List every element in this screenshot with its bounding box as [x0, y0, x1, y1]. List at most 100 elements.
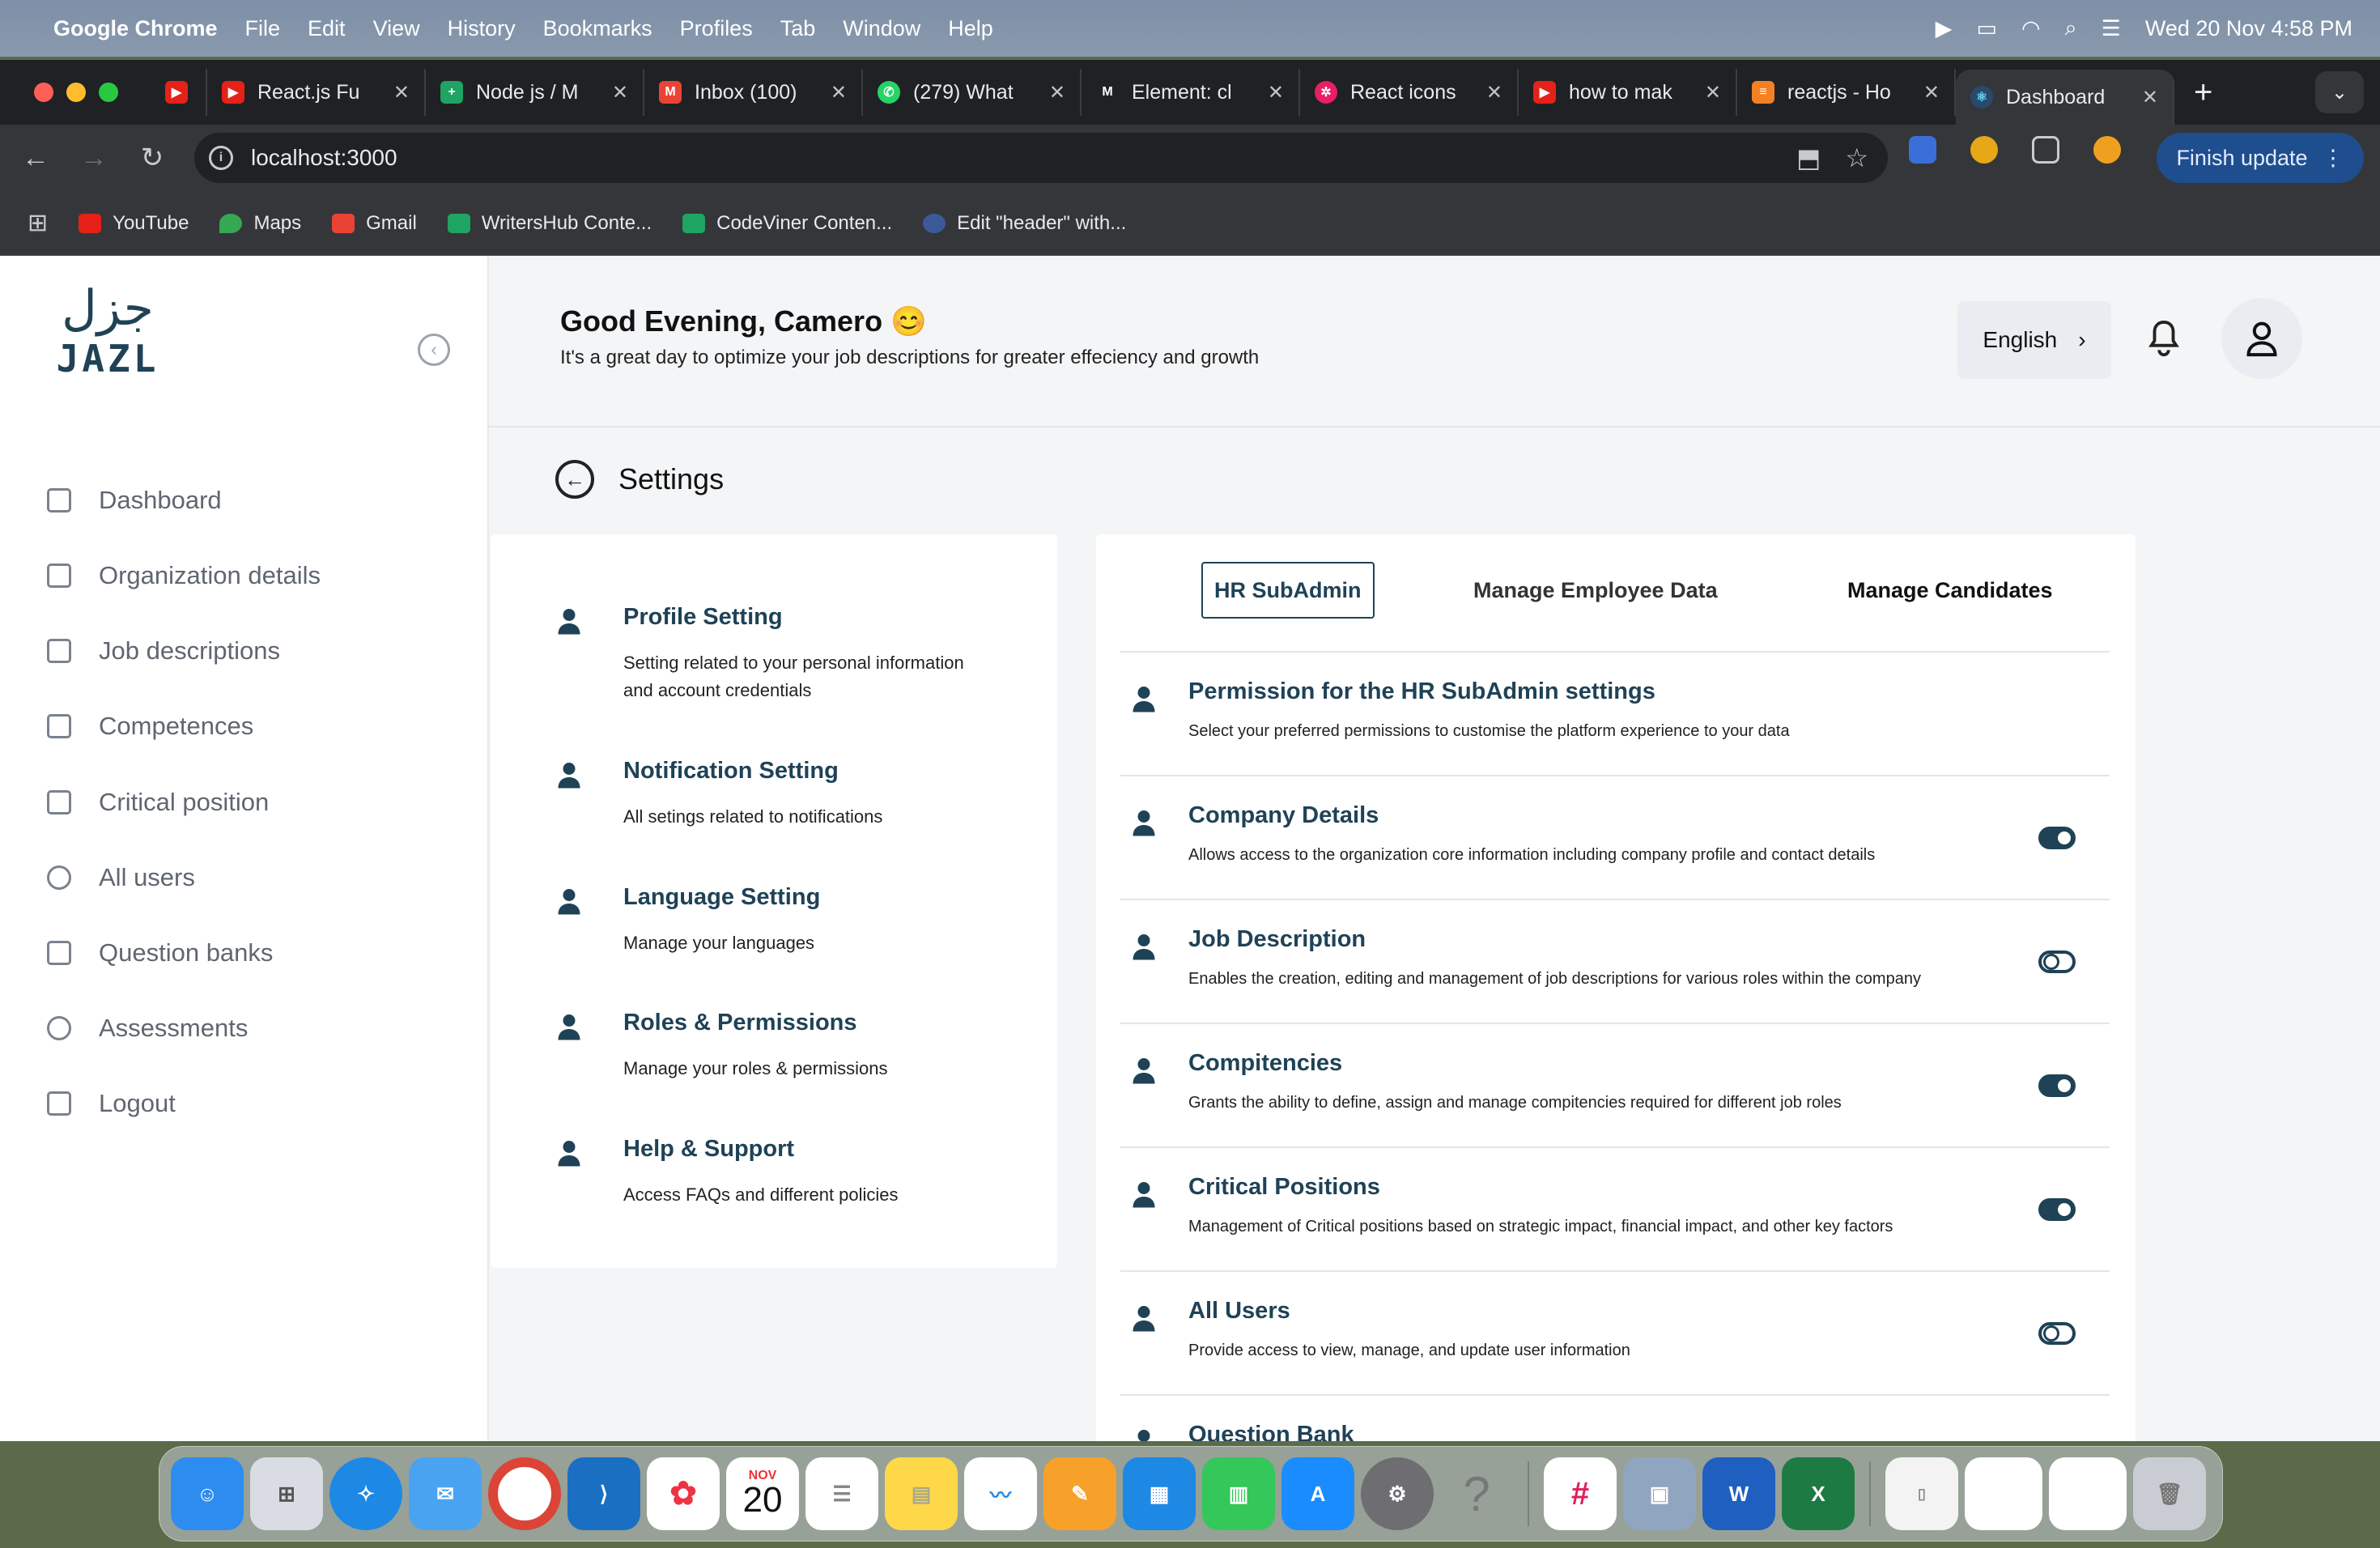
menu-history[interactable]: History	[448, 16, 516, 41]
profile-avatar-icon[interactable]	[2093, 136, 2121, 164]
menu-file[interactable]: File	[245, 16, 281, 41]
tab-search-button[interactable]: ⌄	[2315, 71, 2364, 113]
close-tab-icon[interactable]: ✕	[831, 81, 847, 104]
toggle-switch[interactable]	[2038, 1322, 2076, 1345]
close-tab-icon[interactable]: ✕	[1049, 81, 1065, 104]
browser-tab[interactable]: ▶ how to mak ✕	[1519, 69, 1737, 116]
back-icon[interactable]: ←	[6, 142, 65, 174]
close-tab-icon[interactable]: ✕	[1268, 81, 1284, 104]
freeform-icon[interactable]: 〰	[964, 1457, 1037, 1530]
bookmark-writershub[interactable]: WritersHub Conte...	[447, 212, 652, 235]
settings-item-help-support[interactable]: Help & Support Access FAQs and different…	[557, 1136, 1010, 1217]
app-menu[interactable]: Google Chrome	[53, 16, 218, 41]
browser-tab[interactable]: ▶ React.js Fu ✕	[207, 69, 426, 116]
notes-icon[interactable]: ▤	[885, 1457, 958, 1530]
toggle-switch[interactable]	[2038, 1074, 2076, 1097]
user-avatar[interactable]	[2221, 298, 2302, 379]
numbers-icon[interactable]: ▥	[1202, 1457, 1275, 1530]
apps-grid-icon[interactable]: ⊞	[28, 209, 48, 237]
sidebar-item-dashboard[interactable]: Dashboard	[47, 476, 222, 525]
calendar-icon[interactable]: NOV 20	[726, 1457, 799, 1530]
launchpad-icon[interactable]: ⊞	[250, 1457, 323, 1530]
menu-window[interactable]: Window	[843, 16, 920, 41]
notification-bell-icon[interactable]	[2145, 319, 2182, 359]
bookmark-codeviner[interactable]: CodeViner Conten...	[682, 212, 892, 235]
trash-icon[interactable]: 🗑	[2133, 1457, 2206, 1530]
menu-profiles[interactable]: Profiles	[680, 16, 753, 41]
browser-tab[interactable]: M Element: cl ✕	[1082, 69, 1300, 116]
toggle-switch[interactable]	[2038, 1198, 2076, 1221]
zoom-window-button[interactable]	[99, 83, 118, 102]
close-tab-icon[interactable]: ✕	[1705, 81, 1721, 104]
reload-icon[interactable]: ↻	[123, 142, 181, 174]
finder-icon[interactable]: ☺	[171, 1457, 244, 1530]
system-settings-icon[interactable]: ⚙	[1361, 1457, 1434, 1530]
browser-tab[interactable]: M Inbox (100) ✕	[644, 69, 863, 116]
tab-hr-subadmin[interactable]: HR SubAdmin	[1201, 562, 1375, 619]
chrome-icon[interactable]	[488, 1457, 561, 1530]
settings-item-notification[interactable]: Notification Setting All setings related…	[557, 758, 1010, 839]
sidebar-item-critical-position[interactable]: Critical position	[47, 778, 269, 827]
browser-tab[interactable]: ≡ reactjs - Ho ✕	[1737, 69, 1956, 116]
collapse-sidebar-button[interactable]: ‹	[418, 334, 450, 366]
help-icon[interactable]: ?	[1440, 1457, 1513, 1530]
tab-manage-employee-data[interactable]: Manage Employee Data	[1473, 562, 1718, 619]
close-tab-icon[interactable]: ✕	[2142, 86, 2158, 109]
address-bar[interactable]: i localhost:3000 ⬒ ☆	[194, 133, 1888, 183]
close-tab-icon[interactable]: ✕	[1923, 81, 1940, 104]
close-tab-icon[interactable]: ✕	[612, 81, 628, 104]
browser-tab[interactable]: + Node js / M ✕	[426, 69, 644, 116]
safari-icon[interactable]: ✧	[329, 1457, 402, 1530]
bookmark-star-icon[interactable]: ☆	[1845, 142, 1868, 173]
bookmark-maps[interactable]: Maps	[219, 212, 301, 235]
wifi-icon[interactable]: ◠	[2021, 16, 2041, 41]
menu-help[interactable]: Help	[948, 16, 993, 41]
browser-tab[interactable]: ✲ React icons ✕	[1300, 69, 1519, 116]
close-window-button[interactable]	[34, 83, 53, 102]
extension-icon[interactable]	[1909, 136, 1936, 164]
language-selector[interactable]: English ›	[1957, 301, 2111, 379]
app-store-icon[interactable]: A	[1281, 1457, 1354, 1530]
reminders-icon[interactable]: ☰	[805, 1457, 878, 1530]
docx-file-icon[interactable]: ▯	[1885, 1457, 1958, 1530]
site-info-icon[interactable]: i	[209, 146, 233, 170]
control-center-icon[interactable]: ☰	[2102, 16, 2121, 41]
word-icon[interactable]: W	[1702, 1457, 1775, 1530]
menu-tab[interactable]: Tab	[780, 16, 816, 41]
photos-icon[interactable]: ✿	[647, 1457, 720, 1530]
sidebar-item-assessments[interactable]: Assessments	[47, 1004, 248, 1053]
mail-icon[interactable]: ✉	[409, 1457, 482, 1530]
sidebar-item-question-banks[interactable]: Question banks	[47, 929, 273, 977]
play-icon[interactable]: ▶	[1936, 16, 1953, 41]
extension-icon[interactable]	[1970, 136, 1998, 164]
settings-item-language[interactable]: Language Setting Manage your languages	[557, 884, 1010, 965]
minimize-window-button[interactable]	[66, 83, 86, 102]
browser-tab[interactable]: ▶	[151, 69, 207, 116]
excel-icon[interactable]: X	[1782, 1457, 1855, 1530]
forward-icon[interactable]: →	[65, 142, 123, 174]
close-tab-icon[interactable]: ✕	[1486, 81, 1502, 104]
search-icon[interactable]: ⌕	[2065, 15, 2077, 41]
close-tab-icon[interactable]: ✕	[393, 81, 410, 104]
sidebar-item-job-descriptions[interactable]: Job descriptions	[47, 627, 280, 675]
url-text[interactable]: localhost:3000	[251, 145, 397, 171]
install-app-icon[interactable]: ⬒	[1796, 142, 1821, 173]
tab-manage-candidates[interactable]: Manage Candidates	[1847, 562, 2053, 619]
finish-update-button[interactable]: Finish update ⋮	[2157, 133, 2364, 183]
pages-icon[interactable]: ✎	[1043, 1457, 1116, 1530]
slack-icon[interactable]: #	[1544, 1457, 1617, 1530]
settings-item-roles-permissions[interactable]: Roles & Permissions Manage your roles & …	[557, 1010, 1010, 1091]
battery-icon[interactable]: ▭	[1976, 16, 1997, 41]
new-tab-button[interactable]: +	[2194, 74, 2212, 111]
toggle-switch[interactable]	[2038, 827, 2076, 849]
vscode-icon[interactable]: ⟩	[567, 1457, 640, 1530]
toggle-switch[interactable]	[2038, 950, 2076, 973]
menu-edit[interactable]: Edit	[308, 16, 346, 41]
back-arrow-icon[interactable]: ←	[555, 460, 594, 499]
bookmark-wordpress[interactable]: Edit "header" with...	[923, 212, 1126, 235]
bookmark-gmail[interactable]: Gmail	[332, 212, 417, 235]
sidebar-item-competences[interactable]: Competences	[47, 702, 253, 751]
clock[interactable]: Wed 20 Nov 4:58 PM	[2145, 16, 2352, 41]
browser-tab[interactable]: ✆ (279) What ✕	[863, 69, 1082, 116]
menu-bookmarks[interactable]: Bookmarks	[543, 16, 652, 41]
